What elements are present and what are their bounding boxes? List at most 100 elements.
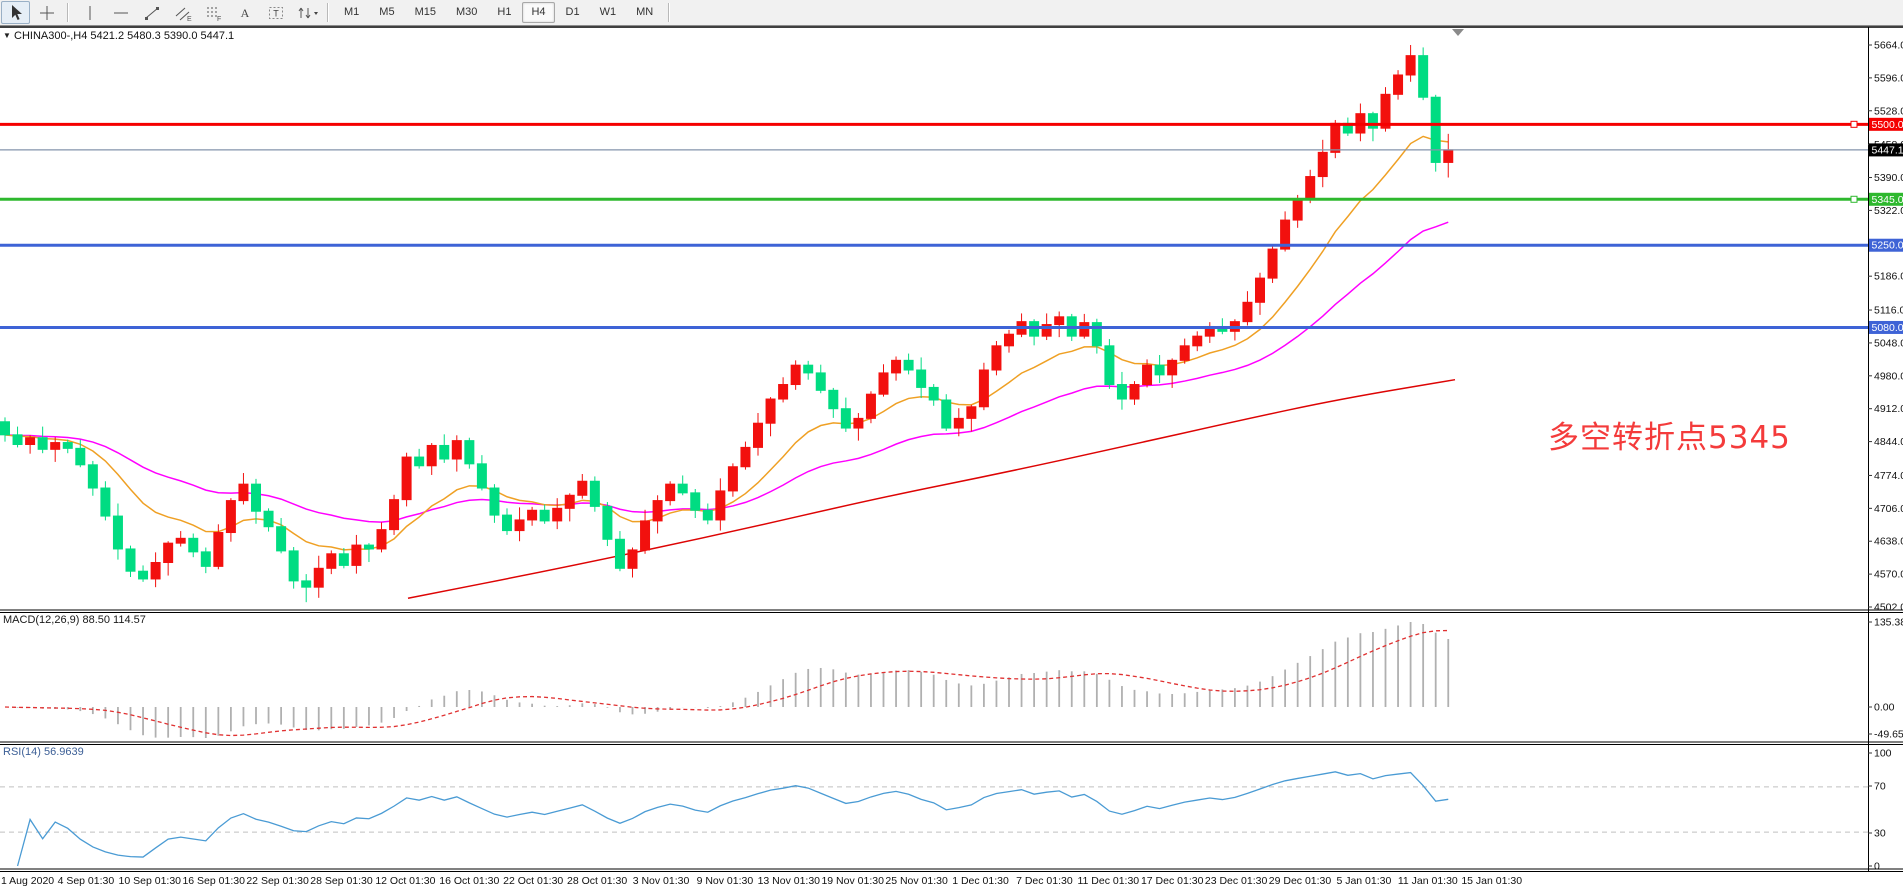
- timeframe-button-m5[interactable]: M5: [370, 2, 403, 23]
- price-tick-label: 5186.0: [1874, 271, 1903, 283]
- equidistant-channel-tool-button[interactable]: E: [168, 1, 197, 24]
- macd-axis-label: 135.38: [1874, 617, 1903, 629]
- candle-body: [402, 457, 411, 500]
- trendline-tool-button[interactable]: [137, 1, 166, 24]
- candle-body: [1444, 150, 1453, 163]
- candle-body: [666, 484, 675, 500]
- candle-body: [1394, 75, 1403, 94]
- candle-body: [1180, 346, 1189, 361]
- crosshair-tool-button[interactable]: [32, 1, 61, 24]
- candle: [992, 341, 1001, 375]
- date-label: 25 Nov 01:30: [885, 875, 948, 887]
- candle-body: [427, 445, 436, 465]
- candle-body: [239, 484, 248, 500]
- price-tick-label: 4706.0: [1874, 503, 1903, 515]
- svg-text:F: F: [217, 16, 221, 22]
- price-tick-label: 4774.0: [1874, 470, 1903, 482]
- date-label: 17 Dec 01:30: [1141, 875, 1204, 887]
- candle-body: [1155, 365, 1164, 375]
- candle-body: [691, 493, 700, 510]
- timeframe-button-h1[interactable]: H1: [488, 2, 520, 23]
- timeframe-button-h4[interactable]: H4: [522, 2, 554, 23]
- date-label: 19 Nov 01:30: [821, 875, 884, 887]
- price-tick-label: 5322.0: [1874, 205, 1903, 217]
- chart-background[interactable]: [0, 26, 1903, 894]
- candle: [603, 502, 612, 546]
- horizontal-line-tool-button[interactable]: [106, 1, 135, 24]
- rsi-axis-label: 100: [1874, 748, 1892, 760]
- candle-body: [352, 545, 361, 565]
- price-tick-label: 4502.0: [1874, 602, 1903, 614]
- candle-body: [88, 465, 97, 488]
- price-tick-label: 4844.0: [1874, 436, 1903, 448]
- toolbar-separator: [668, 3, 670, 22]
- time-axis[interactable]: 1 Aug 20204 Sep 01:3010 Sep 01:3016 Sep …: [1, 875, 1522, 887]
- symbol-dropdown-icon[interactable]: ▼: [3, 31, 11, 40]
- timeframe-button-m1[interactable]: M1: [335, 2, 368, 23]
- level-handle[interactable]: [1851, 196, 1857, 202]
- date-label: 15 Jan 01:30: [1461, 875, 1522, 887]
- candle-body: [929, 387, 938, 400]
- fibonacci-tool-button[interactable]: F: [199, 1, 228, 24]
- cursor-tool-button[interactable]: [1, 1, 30, 24]
- candle-body: [51, 443, 60, 450]
- price-tick-label: 5596.0: [1874, 72, 1903, 84]
- candle-body: [1193, 336, 1202, 346]
- timeframe-button-m15[interactable]: M15: [406, 2, 445, 23]
- candle-body: [1005, 334, 1014, 346]
- candle-body: [854, 418, 863, 428]
- rsi-axis-label: 70: [1874, 781, 1886, 793]
- candle-body: [503, 515, 512, 530]
- candle: [402, 453, 411, 507]
- candle-body: [1406, 56, 1415, 75]
- candle-body: [1080, 323, 1089, 337]
- candle-body: [1368, 114, 1377, 129]
- date-label: 11 Jan 01:30: [1398, 875, 1458, 887]
- candle-body: [1293, 199, 1302, 220]
- candle: [465, 438, 474, 469]
- toolbar-separator: [67, 3, 69, 22]
- timeframe-button-mn[interactable]: MN: [627, 2, 662, 23]
- svg-text:E: E: [187, 16, 192, 22]
- timeframe-button-w1[interactable]: W1: [591, 2, 626, 23]
- candle: [979, 363, 988, 410]
- candle-body: [892, 360, 901, 373]
- candle-body: [201, 552, 210, 567]
- text-tool-button[interactable]: A: [230, 1, 259, 24]
- vertical-line-tool-button[interactable]: [75, 1, 104, 24]
- date-label: 22 Oct 01:30: [503, 875, 563, 887]
- rsi-indicator-label: RSI(14) 56.9639: [3, 746, 84, 758]
- candle-body: [101, 488, 110, 516]
- level-handle[interactable]: [1851, 121, 1857, 127]
- candle-body: [628, 550, 637, 568]
- candle-body: [528, 510, 537, 520]
- price-tick-label: 5048.0: [1874, 337, 1903, 349]
- candle-body: [879, 373, 888, 394]
- date-label: 13 Nov 01:30: [758, 875, 821, 887]
- candle-body: [139, 571, 148, 579]
- date-label: 4 Sep 01:30: [58, 875, 115, 887]
- candle-body: [540, 510, 549, 521]
- chart-title: CHINA300-,H4 5421.2 5480.3 5390.0 5447.1: [14, 30, 234, 42]
- text-label-tool-button[interactable]: T: [261, 1, 290, 24]
- price-tick-label: 5116.0: [1874, 305, 1903, 317]
- timeframe-button-d1[interactable]: D1: [557, 2, 589, 23]
- candle-body: [63, 443, 72, 449]
- candle-body: [603, 506, 612, 539]
- rsi-axis-label: 30: [1874, 828, 1886, 840]
- macd-axis-label: 0.00: [1874, 702, 1895, 714]
- trendline-icon: [143, 4, 161, 22]
- candle-body: [1419, 56, 1428, 98]
- candle-body: [1306, 177, 1315, 199]
- candle-body: [1117, 385, 1126, 400]
- toolbar: E F A T M1M5M15M30H1H4D1W1MN: [0, 0, 1903, 26]
- arrows-dropdown-tool-button[interactable]: [292, 1, 321, 24]
- price-tick-label: 4980.0: [1874, 370, 1903, 382]
- candle-body: [1268, 249, 1277, 278]
- chart-text-annotation: 多空转折点5345: [1548, 412, 1791, 457]
- svg-text:T: T: [273, 8, 279, 18]
- candle-body: [477, 464, 486, 488]
- price-tick-label: 5664.0: [1874, 40, 1903, 52]
- timeframe-button-m30[interactable]: M30: [447, 2, 486, 23]
- date-label: 16 Oct 01:30: [439, 875, 499, 887]
